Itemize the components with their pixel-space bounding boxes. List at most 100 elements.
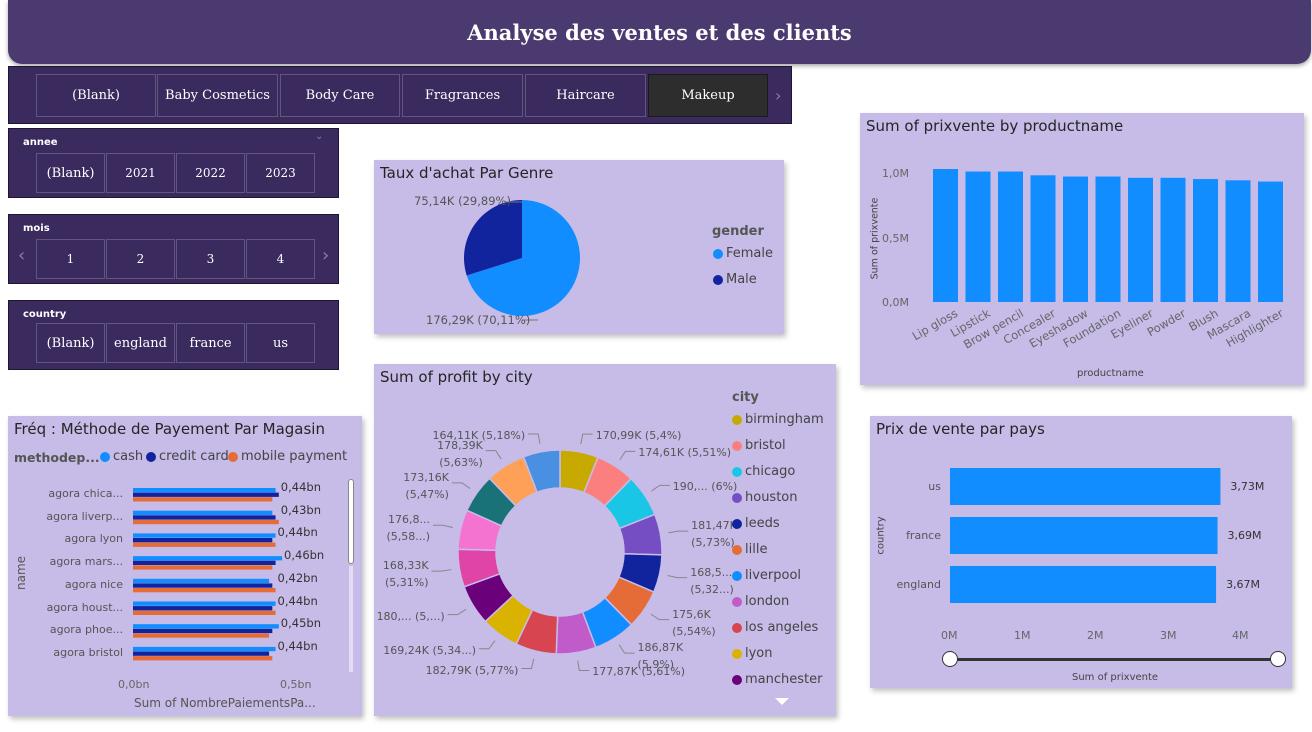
legend-dot [732, 440, 742, 451]
annee-chip-2023[interactable]: 2023 [246, 153, 315, 193]
payment-bar[interactable] [133, 497, 273, 502]
payment-bar[interactable] [133, 565, 273, 570]
payment-bar[interactable] [133, 606, 273, 611]
country-chip-us[interactable]: us [246, 323, 315, 363]
legend-label: chicago [745, 464, 796, 479]
range-slider-handle-max[interactable] [1270, 651, 1286, 667]
legend-scroll-down-icon[interactable] [775, 698, 789, 705]
mois-chip-4[interactable]: 4 [246, 239, 315, 279]
legend-chicago[interactable]: chicago [732, 464, 795, 479]
scroll-left-icon[interactable]: ‹ [18, 245, 25, 266]
payment-bar[interactable] [133, 542, 276, 547]
payment-bar[interactable] [133, 533, 276, 538]
payment-bar[interactable] [133, 538, 273, 543]
category-chip-baby-cosmetics[interactable]: Baby Cosmetics [157, 74, 278, 117]
legend-liverpool[interactable]: liverpool [732, 568, 801, 583]
leader-line [619, 450, 636, 461]
legend-houston[interactable]: houston [732, 490, 798, 505]
product-bar[interactable] [1095, 176, 1121, 302]
country-chip-england[interactable]: england [106, 323, 175, 363]
payment-bar[interactable] [133, 656, 273, 661]
category-chip-makeup[interactable]: Makeup [648, 74, 768, 117]
country-bar[interactable] [950, 468, 1221, 505]
y-tick-label: france [906, 529, 941, 542]
payment-bar[interactable] [133, 651, 270, 656]
payment-bar[interactable] [133, 488, 276, 493]
legend-female[interactable]: Female [713, 246, 773, 261]
payment-bar[interactable] [133, 601, 276, 606]
mois-chip-3[interactable]: 3 [176, 239, 245, 279]
legend-lyon[interactable]: lyon [732, 646, 773, 661]
data-label: 0,44bn [280, 480, 321, 494]
category-chip-haircare[interactable]: Haircare [525, 74, 646, 117]
product-bar[interactable] [933, 169, 958, 302]
scroll-right-icon[interactable]: › [322, 245, 329, 266]
payment-bar[interactable] [133, 556, 283, 561]
category-chip-body-care[interactable]: Body Care [280, 74, 400, 117]
annee-chip-2021[interactable]: 2021 [106, 153, 175, 193]
leader-line [433, 524, 453, 529]
payment-bar[interactable] [133, 519, 279, 525]
legend-leeds[interactable]: leeds [732, 516, 780, 531]
legend-label: los angeles [745, 620, 819, 635]
payment-bar[interactable] [133, 624, 279, 629]
payment-bar[interactable] [133, 578, 270, 584]
range-slider-handle-min[interactable] [942, 651, 958, 667]
mois-chip-1[interactable]: 1 [36, 239, 105, 279]
country-slicer: country (Blank) england france us [8, 300, 339, 370]
product-bar[interactable] [1030, 175, 1056, 302]
product-bar[interactable] [998, 171, 1023, 302]
product-bar[interactable] [965, 171, 991, 302]
scrollbar[interactable] [348, 479, 354, 564]
country-chip-france[interactable]: france [176, 323, 245, 363]
payment-bar[interactable] [133, 628, 273, 634]
payment-bar[interactable] [133, 510, 273, 515]
legend-male[interactable]: Male [713, 272, 757, 287]
scrollbar-track[interactable] [349, 566, 353, 672]
chevron-down-icon[interactable]: ⌄ [315, 131, 323, 142]
legend-los-angeles[interactable]: los angeles [732, 620, 818, 635]
country-bar[interactable] [950, 566, 1217, 603]
legend-manchester[interactable]: manchester [732, 672, 822, 687]
product-bar[interactable] [1225, 180, 1251, 302]
product-bar[interactable] [1258, 181, 1283, 302]
legend-label: Male [726, 272, 757, 287]
country-bar[interactable] [950, 517, 1218, 554]
legend-dot [732, 596, 742, 607]
payment-bar[interactable] [133, 515, 276, 520]
product-bar[interactable] [1063, 176, 1088, 302]
payment-bar[interactable] [133, 633, 270, 638]
leader-line [521, 658, 535, 670]
payment-bar[interactable] [133, 583, 273, 588]
legend-london[interactable]: london [732, 594, 789, 609]
legend-dot [732, 544, 742, 555]
data-label: 3,69M [1227, 529, 1262, 542]
payment-bar[interactable] [133, 560, 276, 565]
payment-bar[interactable] [133, 588, 276, 593]
category-chip-blank[interactable]: (Blank) [36, 74, 156, 117]
mois-chip-2[interactable]: 2 [106, 239, 175, 279]
product-bar[interactable] [1193, 179, 1218, 302]
product-bar[interactable] [1128, 177, 1153, 302]
x-tick: 0M [941, 629, 958, 642]
country-x-axis-label: Sum of prixvente [1072, 672, 1159, 683]
annee-chip-blank[interactable]: (Blank) [36, 153, 105, 193]
city-chart-panel: Sum of profit by city 170,99K (5,4%) 174,… [374, 364, 836, 716]
y-tick-label: agora nice [64, 577, 123, 591]
scroll-right-icon[interactable]: › [775, 86, 781, 105]
range-slider-track[interactable] [950, 658, 1278, 661]
y-tick-label: us [928, 480, 941, 493]
product-bar[interactable] [1160, 177, 1186, 302]
legend-dot [732, 492, 742, 503]
mois-slicer: mois ‹ 1 2 3 4 › [8, 214, 339, 284]
country-chip-blank[interactable]: (Blank) [36, 323, 105, 363]
payment-bar[interactable] [133, 646, 276, 652]
legend-bristol[interactable]: bristol [732, 438, 786, 453]
category-chip-fragrances[interactable]: Fragrances [402, 74, 523, 117]
payment-bar[interactable] [133, 492, 279, 497]
payment-bar[interactable] [133, 610, 276, 615]
annee-chip-2022[interactable]: 2022 [176, 153, 245, 193]
legend-lille[interactable]: lille [732, 542, 767, 557]
city-data-label: 180,... (5,...) [376, 609, 445, 623]
legend-birmingham[interactable]: birmingham [732, 412, 824, 427]
